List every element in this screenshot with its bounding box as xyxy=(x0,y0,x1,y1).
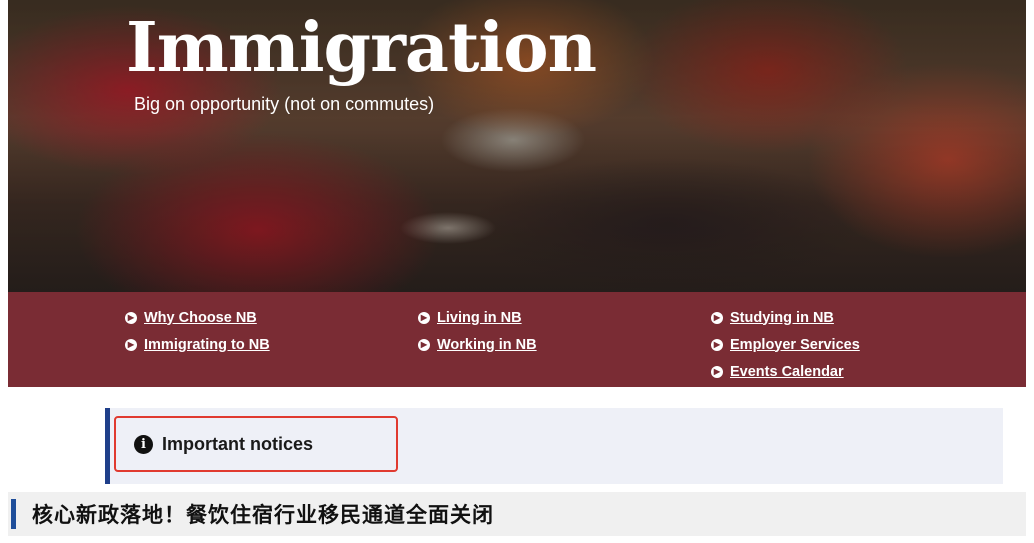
headline-text: 核心新政落地！餐饮住宿行业移民通道全面关闭 xyxy=(32,503,494,527)
circle-arrow-right-icon: ▶ xyxy=(418,311,430,324)
circle-arrow-right-icon: ▶ xyxy=(125,338,137,351)
nav-link-immigrating-to-nb[interactable]: ▶ Immigrating to NB xyxy=(125,331,270,358)
nav-link-why-choose-nb[interactable]: ▶ Why Choose NB xyxy=(125,304,270,331)
nav-link-label: Why Choose NB xyxy=(144,309,257,326)
nav-link-label: Living in NB xyxy=(437,309,522,326)
circle-arrow-right-icon: ▶ xyxy=(711,311,723,324)
nav-link-living-in-nb[interactable]: ▶ Living in NB xyxy=(418,304,537,331)
nav-link-label: Immigrating to NB xyxy=(144,336,270,353)
nav-link-studying-in-nb[interactable]: ▶ Studying in NB xyxy=(711,304,860,331)
nav-column-2: ▶ Living in NB ▶ Working in NB xyxy=(418,304,537,358)
headline-accent-bar xyxy=(11,499,16,529)
nav-link-label: Employer Services xyxy=(730,336,860,353)
important-notices-toggle[interactable]: i Important notices xyxy=(114,416,398,472)
nav-link-employer-services[interactable]: ▶ Employer Services xyxy=(711,331,860,358)
hero-banner: Immigration Big on opportunity (not on c… xyxy=(8,0,1026,292)
nav-link-working-in-nb[interactable]: ▶ Working in NB xyxy=(418,331,537,358)
circle-arrow-right-icon: ▶ xyxy=(125,311,137,324)
nav-column-1: ▶ Why Choose NB ▶ Immigrating to NB xyxy=(125,304,270,358)
circle-arrow-right-icon: ▶ xyxy=(418,338,430,351)
nav-link-label: Working in NB xyxy=(437,336,537,353)
nav-link-events-calendar[interactable]: ▶ Events Calendar xyxy=(711,358,860,385)
section-nav: ▶ Why Choose NB ▶ Immigrating to NB ▶ Li… xyxy=(8,292,1026,387)
article-headline: 核心新政落地！餐饮住宿行业移民通道全面关闭 xyxy=(8,492,1026,536)
circle-arrow-right-icon: ▶ xyxy=(711,365,723,378)
circle-arrow-right-icon: ▶ xyxy=(711,338,723,351)
info-circle-icon: i xyxy=(134,434,153,454)
nav-link-label: Studying in NB xyxy=(730,309,834,326)
page-title: Immigration xyxy=(126,8,597,88)
nav-column-3: ▶ Studying in NB ▶ Employer Services ▶ E… xyxy=(711,304,860,385)
page-subtitle: Big on opportunity (not on commutes) xyxy=(134,94,435,114)
notices-title: Important notices xyxy=(162,433,314,454)
nav-link-label: Events Calendar xyxy=(730,363,844,380)
